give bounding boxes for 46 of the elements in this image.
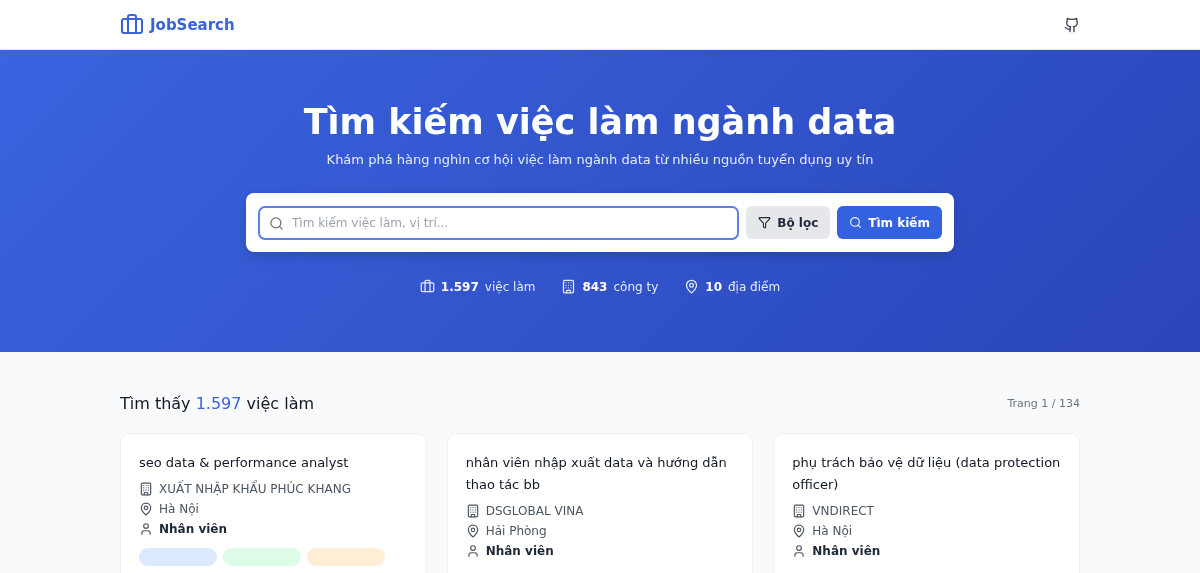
briefcase-icon — [120, 12, 144, 37]
person-icon — [465, 544, 480, 558]
job-level: Nhân viên — [485, 544, 554, 558]
company-name: VNDIRECT — [812, 504, 874, 518]
person-icon — [139, 522, 153, 536]
search-button[interactable]: Tìm kiếm — [837, 206, 942, 239]
person-icon — [792, 544, 807, 558]
map-pin-icon — [792, 524, 807, 538]
github-icon[interactable] — [1064, 16, 1080, 33]
map-pin-icon — [139, 502, 153, 516]
job-level: Nhân viên — [812, 544, 881, 558]
hero-subtitle: Khám phá hàng nghìn cơ hội việc làm ngành data từ nhiều nguồn tuyển dụng uy tín — [326, 152, 874, 167]
job-card[interactable]: seo data & performance analyst XUẤT NHẬP KHẨU PHÚC KHANG Hà Nội Nhân viên — [120, 433, 427, 573]
job-level: Nhân viên — [159, 522, 228, 536]
building-icon — [792, 504, 807, 518]
job-location: Hà Nội — [812, 524, 853, 538]
map-pin-icon — [465, 524, 480, 538]
results-heading: Tìm thấy 1.597 việc làm — [120, 394, 315, 413]
map-pin-icon — [684, 279, 700, 294]
stat-value: 843 — [582, 279, 608, 294]
job-title[interactable]: nhân viên nhập xuất data và hướng dẫn thao tác bb — [465, 452, 735, 496]
stat-value: 1.597 — [440, 279, 479, 294]
company-name: DSGLOBAL VINA — [485, 504, 584, 518]
search-icon — [269, 215, 284, 231]
company-name: XUẤT NHẬP KHẨU PHÚC KHANG — [159, 482, 351, 496]
job-card[interactable]: nhân viên nhập xuất data và hướng dẫn thao tác bb DSGLOBAL VINA Hải Phòng Nhân viên — [446, 433, 754, 573]
stat-value: 10 — [705, 279, 722, 294]
stat-label: địa điểm — [728, 279, 781, 294]
stat-label: việc làm — [484, 279, 536, 294]
stat-label: công ty — [613, 279, 659, 294]
building-icon — [139, 482, 153, 496]
building-icon — [465, 504, 480, 518]
job-location: Hà Nội — [159, 502, 199, 516]
hero-title: Tìm kiếm việc làm ngành data — [303, 102, 897, 142]
job-title[interactable]: seo data & performance analyst — [139, 452, 408, 474]
search-field[interactable]: Tìm kiếm việc làm, vị trí... — [258, 205, 740, 240]
job-title[interactable]: phụ trách bảo vệ dữ liệu (data protection officer) — [792, 452, 1061, 496]
job-card[interactable]: phụ trách bảo vệ dữ liệu (data protection officer) VNDIRECT Hà Nội Nhân viên — [773, 433, 1080, 573]
page-indicator: Trang 1 / 134 — [1007, 397, 1080, 410]
search-icon — [849, 216, 863, 229]
filter-button[interactable]: Bộ lọc — [746, 206, 831, 239]
briefcase-icon — [419, 279, 435, 294]
logo-text[interactable]: JobSearch — [150, 15, 235, 34]
filter-icon — [758, 216, 772, 229]
job-location: Hải Phòng — [485, 524, 547, 538]
building-icon — [561, 279, 577, 294]
